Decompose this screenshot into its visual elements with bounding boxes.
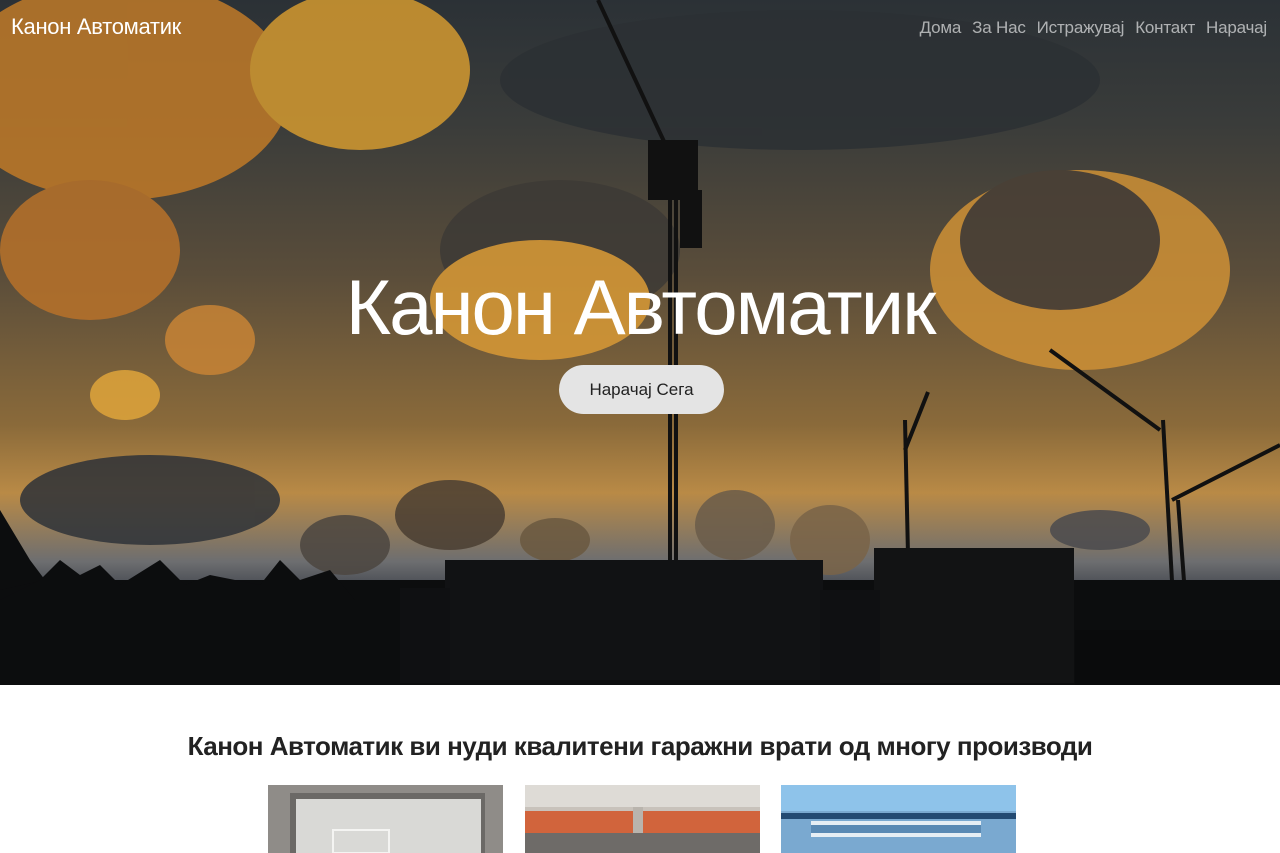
- hero-title: Канон Автоматик: [345, 263, 937, 351]
- nav-link-home[interactable]: Дома: [920, 18, 962, 38]
- nav-link-contact[interactable]: Контакт: [1135, 18, 1195, 38]
- main-navigation: Дома За Нас Истражувај Контакт Нарачај: [909, 18, 1268, 38]
- nav-link-explore[interactable]: Истражувај: [1037, 18, 1125, 38]
- nav-link-order[interactable]: Нарачај: [1206, 18, 1267, 38]
- hero-section: Канон Автоматик Дома За Нас Истражувај К…: [0, 0, 1280, 685]
- product-card-1[interactable]: [268, 785, 503, 853]
- product-image-3: [781, 785, 1016, 853]
- product-card-2[interactable]: [525, 785, 760, 853]
- products-heading: Канон Автоматик ви нуди квалитени гаражн…: [187, 731, 1093, 761]
- product-image-1: [268, 785, 503, 853]
- nav-link-about[interactable]: За Нас: [972, 18, 1026, 38]
- site-logo-text[interactable]: Канон Автоматик: [11, 14, 181, 40]
- product-image-2: [525, 785, 760, 853]
- product-card-3[interactable]: [781, 785, 1016, 853]
- order-now-button[interactable]: Нарачај Сега: [559, 365, 724, 414]
